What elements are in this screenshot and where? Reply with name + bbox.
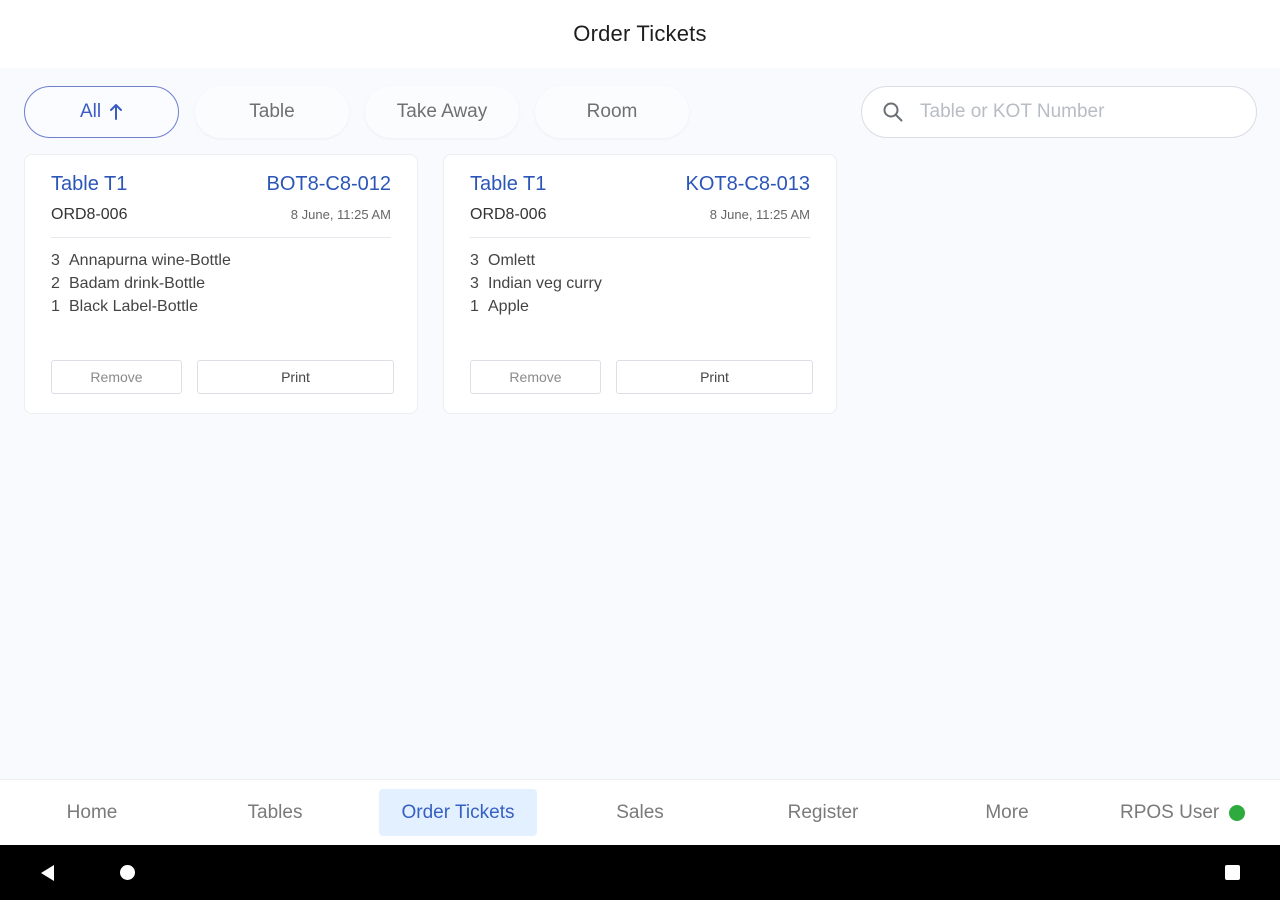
search-input[interactable]: [920, 101, 1240, 123]
item-name: Omlett: [488, 252, 536, 269]
page-title: Order Tickets: [573, 21, 707, 46]
filter-table-label: Table: [249, 101, 295, 122]
item-quantity: 3: [470, 252, 479, 269]
remove-button[interactable]: Remove: [470, 360, 601, 394]
filter-all-label: All: [79, 101, 102, 122]
nav-order-tickets-label: Order Tickets: [401, 801, 515, 823]
item-name: Black Label-Bottle: [69, 298, 198, 315]
filter-take-away-chip[interactable]: Take Away: [365, 86, 519, 138]
item-quantity: 2: [51, 275, 60, 292]
ticket-order-number: ORD8-006: [470, 206, 547, 223]
item-quantity: 1: [470, 298, 479, 315]
nav-item-more[interactable]: More: [955, 789, 1059, 836]
filter-all-chip[interactable]: All: [24, 86, 179, 138]
item-name: Apple: [488, 298, 529, 315]
ticket-card: Table T1 BOT8-C8-012 ORD8-006 8 June, 11…: [24, 154, 418, 414]
nav-item-order-tickets[interactable]: Order Tickets: [379, 789, 537, 836]
nav-register-label: Register: [787, 801, 859, 823]
filter-room-chip[interactable]: Room: [535, 86, 689, 138]
ticket-item-list: 3 Omlett 3 Indian veg curry 1 Apple: [470, 249, 602, 318]
ticket-divider: [470, 237, 810, 238]
ticket-item-list: 3 Annapurna wine-Bottle 2 Badam drink-Bo…: [51, 249, 231, 318]
ticket-item: 3 Indian veg curry: [470, 272, 602, 295]
search-box[interactable]: [861, 86, 1257, 138]
ticket-order-number: ORD8-006: [51, 206, 128, 223]
ticket-item: 3 Omlett: [470, 249, 602, 272]
nav-item-home[interactable]: Home: [40, 789, 144, 836]
item-name: Annapurna wine-Bottle: [69, 252, 231, 269]
nav-more-label: More: [985, 801, 1029, 823]
remove-button[interactable]: Remove: [51, 360, 182, 394]
item-quantity: 3: [51, 252, 60, 269]
online-status-icon: [1229, 804, 1246, 821]
filter-room-label: Room: [586, 101, 638, 122]
nav-sales-label: Sales: [616, 801, 664, 823]
ticket-item: 1 Apple: [470, 295, 602, 318]
item-name: Indian veg curry: [488, 275, 602, 292]
app-header: Order Tickets: [0, 0, 1280, 68]
ticket-card: Table T1 KOT8-C8-013 ORD8-006 8 June, 11…: [443, 154, 837, 414]
ticket-timestamp: 8 June, 11:25 AM: [290, 207, 391, 222]
arrow-up-icon: [110, 104, 123, 120]
ticket-table-name: Table T1: [470, 173, 547, 195]
ticket-item: 3 Annapurna wine-Bottle: [51, 249, 231, 272]
search-icon: [883, 102, 903, 122]
filter-table-chip[interactable]: Table: [195, 86, 349, 138]
ticket-kot-number: BOT8-C8-012: [266, 173, 392, 195]
nav-item-tables[interactable]: Tables: [223, 789, 327, 836]
filter-chips: All Table Take Away Room: [24, 86, 689, 138]
system-nav-bar: [0, 845, 1280, 900]
item-name: Badam drink-Bottle: [69, 275, 206, 292]
print-button[interactable]: Print: [616, 360, 813, 394]
item-quantity: 1: [51, 298, 60, 315]
nav-tables-label: Tables: [247, 801, 303, 823]
ticket-kot-number: KOT8-C8-013: [685, 173, 811, 195]
nav-item-sales[interactable]: Sales: [588, 789, 692, 836]
ticket-table-name: Table T1: [51, 173, 128, 195]
user-name: RPOS User: [1120, 801, 1220, 823]
filter-take-away-label: Take Away: [396, 101, 488, 122]
item-quantity: 3: [470, 275, 479, 292]
ticket-divider: [51, 237, 391, 238]
back-icon[interactable]: [38, 863, 56, 883]
ticket-item: 2 Badam drink-Bottle: [51, 272, 231, 295]
nav-item-register[interactable]: Register: [771, 789, 875, 836]
ticket-timestamp: 8 June, 11:25 AM: [709, 207, 810, 222]
home-icon[interactable]: [120, 865, 135, 880]
user-menu[interactable]: RPOS User: [1120, 789, 1270, 836]
ticket-item: 1 Black Label-Bottle: [51, 295, 231, 318]
print-button[interactable]: Print: [197, 360, 394, 394]
recent-apps-icon[interactable]: [1225, 865, 1240, 880]
nav-home-label: Home: [66, 801, 118, 823]
bottom-nav: Home Tables Order Tickets Sales Register…: [0, 779, 1280, 845]
